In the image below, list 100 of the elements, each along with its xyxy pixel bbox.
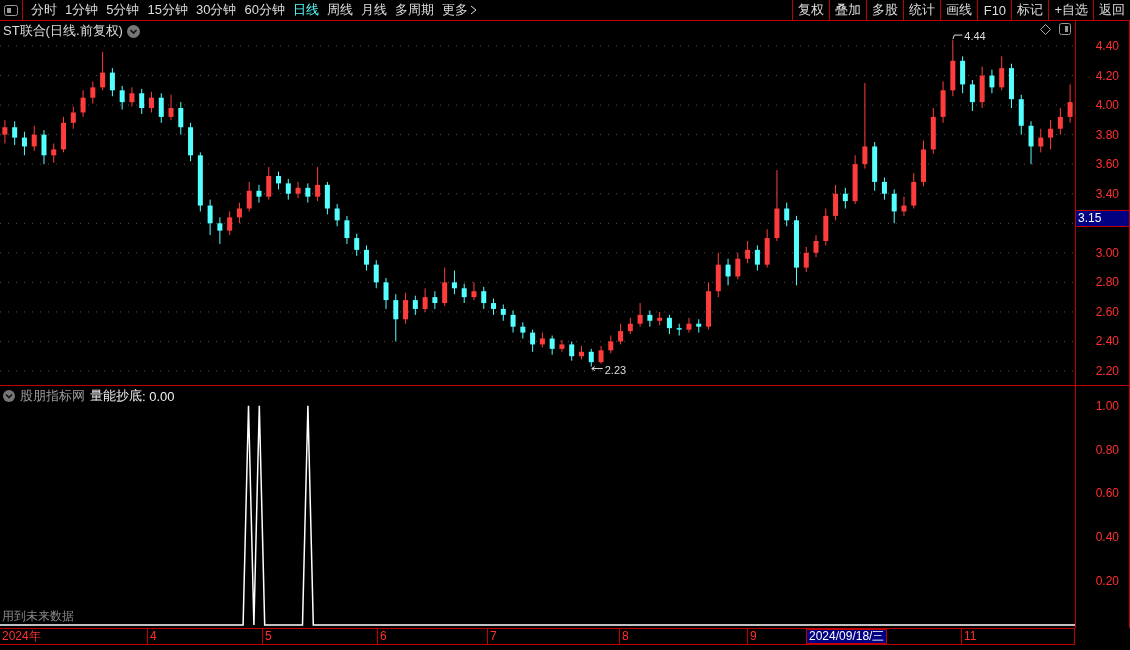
axis-label: 3.80 — [1095, 127, 1119, 142]
candlestick — [510, 309, 516, 334]
candlestick — [246, 181, 252, 212]
candlestick — [158, 92, 164, 124]
candlestick — [637, 302, 643, 328]
candlestick — [393, 293, 399, 342]
candlestick — [324, 181, 330, 215]
candlestick — [119, 85, 125, 111]
candlestick — [666, 314, 672, 335]
date-label: 4 — [147, 629, 157, 644]
period-tab[interactable]: 多周期 — [390, 0, 438, 20]
candlestick — [481, 286, 487, 310]
period-tab[interactable]: 更多 — [437, 0, 481, 20]
low-price-label: 2.23 — [604, 363, 627, 376]
leader-line — [952, 34, 963, 40]
candlestick — [471, 281, 477, 301]
candlestick — [236, 202, 242, 224]
period-tab[interactable]: 5分钟 — [102, 0, 144, 20]
period-tab[interactable]: 15分钟 — [143, 0, 192, 20]
axis-label: 2.40 — [1095, 334, 1119, 349]
period-tab[interactable]: 周线 — [322, 0, 357, 20]
candlestick — [217, 216, 223, 245]
axis-label: 0.80 — [1095, 442, 1119, 457]
candlestick — [148, 91, 154, 113]
candlestick — [1028, 120, 1034, 165]
candlestick — [354, 233, 360, 257]
period-tab[interactable]: 1分钟 — [61, 0, 103, 20]
candlestick — [227, 210, 233, 236]
candlestick — [285, 178, 291, 201]
candlestick — [833, 184, 839, 221]
axis-label: 4.20 — [1095, 68, 1119, 83]
dropdown-icon[interactable] — [3, 390, 15, 402]
period-tab[interactable]: 月线 — [356, 0, 391, 20]
candlestick — [999, 55, 1005, 91]
axis-label: 2.20 — [1095, 364, 1119, 378]
candlestick — [647, 309, 653, 328]
axis-label: 3.60 — [1095, 157, 1119, 172]
candlestick — [2, 119, 8, 144]
toolbar-button[interactable]: F10 — [977, 0, 1012, 20]
period-tab[interactable]: 分时 — [27, 0, 61, 20]
candlestick — [80, 89, 86, 118]
dropdown-icon[interactable] — [126, 24, 140, 38]
toolbar-button[interactable]: 返回 — [1093, 0, 1130, 20]
axis-label: 1.00 — [1095, 398, 1119, 413]
toolbar-button[interactable]: 标记 — [1011, 0, 1049, 20]
toolbar-button[interactable]: 统计 — [903, 0, 941, 20]
diamond-icon[interactable] — [1040, 23, 1051, 35]
candlestick — [403, 292, 409, 325]
toolbar-button[interactable]: 多股 — [866, 0, 904, 20]
toolbar-button[interactable]: +自选 — [1048, 0, 1093, 20]
candlestick — [12, 120, 18, 146]
candlestick — [803, 246, 809, 273]
candlestick — [618, 323, 624, 345]
indicator-source: 股朋指标网 — [20, 387, 85, 405]
candlestick — [373, 259, 379, 289]
period-tab[interactable]: 日线 — [288, 0, 323, 20]
panel-toggle-icon[interactable] — [4, 4, 18, 16]
candlestick — [432, 290, 438, 310]
candlestick — [784, 202, 790, 227]
candlestick — [1038, 128, 1044, 153]
indicator-reading: : 0.00 — [142, 388, 175, 404]
candlestick — [41, 129, 47, 165]
candlestick — [1057, 107, 1063, 136]
candlestick — [31, 125, 37, 152]
candlestick — [295, 181, 301, 199]
candlestick — [559, 339, 565, 353]
candlestick — [305, 182, 311, 204]
candlestick — [461, 283, 467, 304]
date-label: 9 — [747, 629, 757, 644]
candlestick — [1048, 119, 1054, 150]
toolbar-button[interactable]: 叠加 — [829, 0, 867, 20]
candlestick — [178, 101, 184, 136]
candlestick — [725, 258, 731, 286]
leader-line — [591, 366, 604, 372]
candlestick — [442, 267, 448, 307]
date-label: 8 — [619, 629, 629, 644]
date-label: 11 — [961, 629, 977, 644]
axis-label: 0.60 — [1095, 486, 1119, 501]
candlestick — [139, 88, 145, 115]
candlestick — [451, 270, 457, 295]
candlestick — [989, 69, 995, 94]
candlestick — [383, 277, 389, 310]
toolbar-button[interactable]: 复权 — [792, 0, 830, 20]
panel-toggle-icon[interactable] — [1059, 23, 1071, 35]
cursor-date-label: 2024/09/18/三 — [806, 629, 888, 644]
candlestick — [881, 176, 887, 201]
axis-label: 3.00 — [1095, 245, 1119, 260]
candlestick — [51, 143, 57, 164]
period-tab[interactable]: 60分钟 — [240, 0, 289, 20]
axis-label: 2.80 — [1095, 275, 1119, 290]
chevron-right-icon — [469, 5, 477, 15]
date-label: 7 — [487, 629, 497, 644]
candlestick — [530, 329, 536, 353]
candlestick — [344, 215, 350, 245]
candlestick — [70, 106, 76, 130]
toolbar-button[interactable]: 画线 — [940, 0, 978, 20]
candlestick — [1067, 83, 1073, 124]
candlestick — [207, 199, 213, 236]
candlestick — [969, 79, 975, 112]
period-tab[interactable]: 30分钟 — [191, 0, 241, 20]
